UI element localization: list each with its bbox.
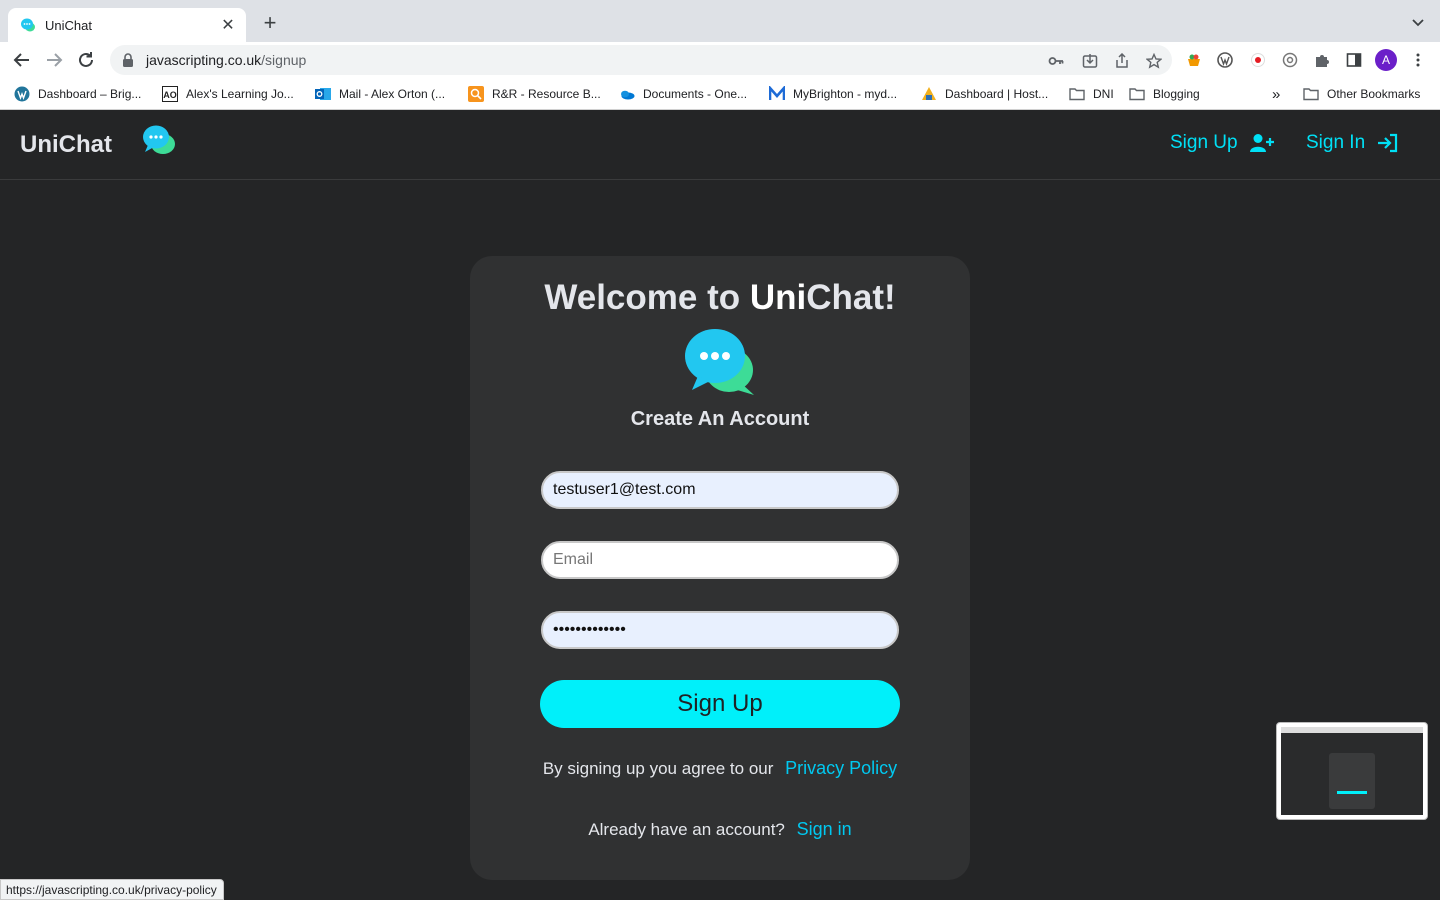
extension-wordpress-icon[interactable] bbox=[1217, 52, 1233, 68]
bookmark-folder[interactable]: Blogging bbox=[1129, 85, 1200, 103]
nav-signin-label: Sign In bbox=[1306, 132, 1366, 153]
back-arrow-icon[interactable] bbox=[12, 50, 32, 70]
outlook-icon bbox=[315, 88, 331, 100]
password-field[interactable] bbox=[541, 611, 899, 649]
preview-image bbox=[1281, 727, 1423, 815]
username-field[interactable] bbox=[541, 471, 899, 509]
signup-button[interactable]: Sign Up bbox=[540, 680, 900, 728]
extensions-puzzle-icon[interactable] bbox=[1314, 52, 1330, 68]
wordpress-icon bbox=[14, 86, 30, 102]
welcome-bold: Uni bbox=[749, 278, 807, 317]
side-panel-icon[interactable] bbox=[1346, 52, 1362, 68]
bookmark-item[interactable]: AO Alex's Learning Jo... bbox=[162, 85, 294, 103]
profile-avatar[interactable]: A bbox=[1375, 49, 1397, 71]
extension-record-icon[interactable] bbox=[1250, 52, 1266, 68]
bookmark-label: DNI bbox=[1093, 87, 1114, 101]
folder-icon bbox=[1303, 88, 1319, 101]
already-account: Already have an account? Sign in bbox=[470, 819, 970, 840]
sign-in-icon bbox=[1378, 133, 1398, 153]
bookmark-item[interactable]: Documents - One... bbox=[619, 85, 747, 103]
bookmark-label: Dashboard – Brig... bbox=[38, 87, 142, 101]
install-app-icon[interactable] bbox=[1082, 53, 1098, 69]
privacy-policy-link[interactable]: Privacy Policy bbox=[785, 758, 897, 778]
bookmarks-overflow-button[interactable]: » bbox=[1272, 85, 1280, 103]
extension-aperture-icon[interactable] bbox=[1282, 52, 1298, 68]
browser-menu-icon[interactable] bbox=[1410, 52, 1426, 68]
key-icon[interactable] bbox=[1048, 53, 1064, 69]
browser-tab[interactable]: UniChat ✕ bbox=[8, 8, 246, 42]
unichat-favicon-icon bbox=[21, 18, 35, 32]
extension-basket-icon[interactable] bbox=[1186, 52, 1202, 68]
bookmark-label: Other Bookmarks bbox=[1327, 87, 1421, 101]
reload-icon[interactable] bbox=[76, 50, 96, 70]
search-orange-icon bbox=[468, 86, 484, 102]
bookmark-item[interactable]: Dashboard – Brig... bbox=[14, 85, 141, 103]
welcome-suffix: Chat! bbox=[806, 278, 896, 317]
tab-title: UniChat bbox=[45, 17, 92, 33]
tab-close-icon[interactable]: ✕ bbox=[220, 15, 236, 35]
screenshot-preview-thumbnail[interactable] bbox=[1276, 722, 1428, 820]
lock-icon[interactable] bbox=[122, 53, 134, 67]
url-host: javascripting.co.uk bbox=[146, 52, 262, 68]
address-bar[interactable]: javascripting.co.uk/signup bbox=[110, 45, 1172, 75]
agree-text: By signing up you agree to our bbox=[542, 759, 774, 778]
user-plus-icon bbox=[1249, 134, 1274, 152]
privacy-agreement: By signing up you agree to our Privacy P… bbox=[470, 758, 970, 779]
host-icon bbox=[922, 87, 936, 100]
bookmark-label: MyBrighton - myd... bbox=[793, 87, 898, 101]
tab-search-chevron-icon[interactable] bbox=[1410, 14, 1426, 30]
url-path: /signup bbox=[261, 52, 307, 68]
bookmark-label: Documents - One... bbox=[643, 87, 748, 101]
bookmark-item[interactable]: Mail - Alex Orton (... bbox=[315, 85, 445, 103]
welcome-heading: Welcome to UniChat! bbox=[470, 278, 970, 318]
site-navbar: UniChat Sign Up Sign In bbox=[0, 110, 1440, 180]
bookmark-item[interactable]: R&R - Resource B... bbox=[468, 85, 601, 103]
bookmark-label: Mail - Alex Orton (... bbox=[339, 87, 446, 101]
nav-signup-link[interactable]: Sign Up bbox=[1170, 132, 1274, 154]
new-tab-button[interactable]: + bbox=[258, 11, 282, 35]
bookmark-folder[interactable]: DNI bbox=[1069, 85, 1114, 103]
already-text: Already have an account? bbox=[588, 820, 785, 839]
bookmark-label: Dashboard | Host... bbox=[945, 87, 1049, 101]
bookmark-label: Blogging bbox=[1153, 87, 1200, 101]
bookmark-star-icon[interactable] bbox=[1146, 53, 1162, 69]
m-icon bbox=[769, 86, 785, 100]
bookmark-label: R&R - Resource B... bbox=[492, 87, 601, 101]
unichat-logo-icon bbox=[685, 329, 754, 395]
nav-signin-link[interactable]: Sign In bbox=[1306, 132, 1399, 154]
create-account-heading: Create An Account bbox=[630, 408, 810, 430]
welcome-prefix: Welcome to bbox=[544, 278, 750, 317]
onedrive-icon bbox=[621, 90, 635, 100]
bookmark-item[interactable]: MyBrighton - myd... bbox=[769, 85, 897, 103]
email-field[interactable] bbox=[541, 541, 899, 579]
signup-card: Welcome to UniChat! Create An Account Si… bbox=[470, 256, 970, 880]
signin-link[interactable]: Sign in bbox=[797, 819, 852, 839]
forward-arrow-icon[interactable] bbox=[44, 50, 64, 70]
brand-name[interactable]: UniChat bbox=[20, 131, 112, 159]
other-bookmarks-folder[interactable]: Other Bookmarks bbox=[1303, 85, 1420, 103]
folder-icon bbox=[1129, 88, 1145, 101]
share-icon[interactable] bbox=[1114, 53, 1130, 69]
bookmarks-bar: Dashboard – Brig... AO Alex's Learning J… bbox=[0, 78, 1440, 110]
browser-tab-bar: UniChat ✕ + bbox=[0, 0, 1440, 42]
link-status-bar: https://javascripting.co.uk/privacy-poli… bbox=[0, 879, 224, 900]
nav-signup-label: Sign Up bbox=[1170, 132, 1238, 153]
bookmark-label: Alex's Learning Jo... bbox=[186, 87, 294, 101]
ao-icon: AO bbox=[162, 86, 178, 102]
svg-text:AO: AO bbox=[163, 90, 177, 100]
browser-toolbar: javascripting.co.uk/signup A bbox=[0, 42, 1440, 78]
unichat-logo-icon bbox=[143, 125, 175, 154]
folder-icon bbox=[1069, 88, 1085, 101]
bookmark-item[interactable]: Dashboard | Host... bbox=[921, 85, 1048, 103]
